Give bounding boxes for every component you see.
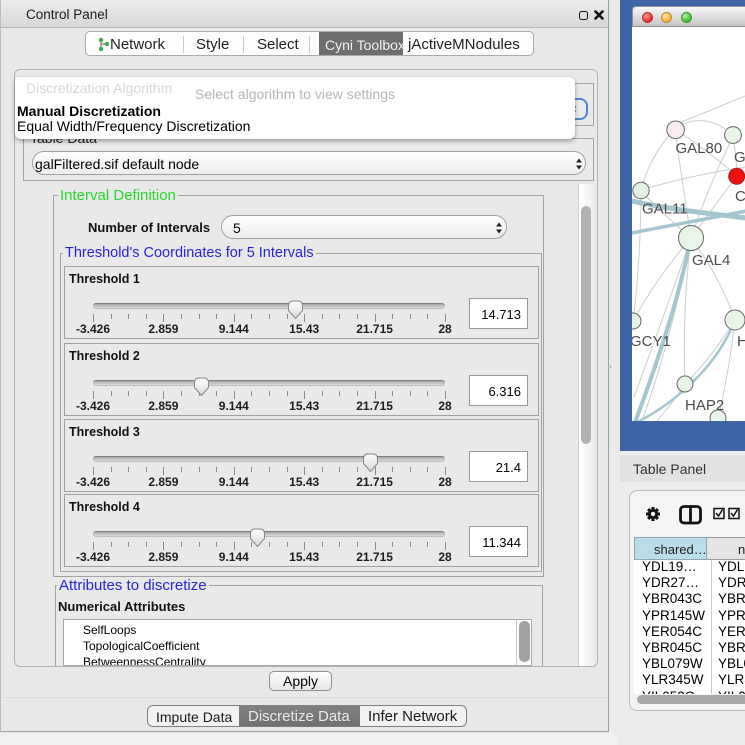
svg-text:GA: GA [734, 149, 745, 166]
svg-text:H: H [737, 333, 745, 350]
svg-text:C: C [735, 188, 745, 205]
svg-text:GAL4: GAL4 [692, 252, 730, 269]
svg-text:GAL80: GAL80 [676, 140, 723, 157]
svg-text:GAL11: GAL11 [642, 201, 688, 218]
svg-text:HAP2: HAP2 [685, 397, 724, 414]
svg-text:GCY1: GCY1 [632, 333, 671, 350]
